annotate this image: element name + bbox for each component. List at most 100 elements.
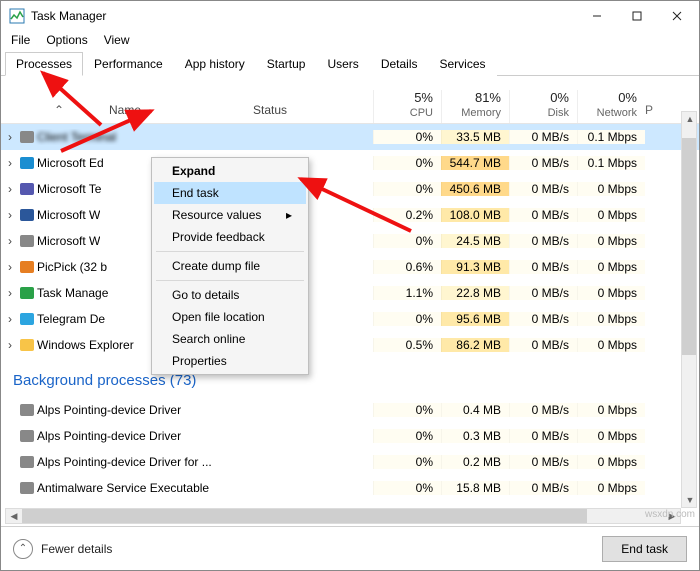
- col-memory[interactable]: 81%Memory: [441, 90, 509, 123]
- menu-view[interactable]: View: [104, 33, 130, 47]
- cpu-cell: 0%: [373, 403, 441, 417]
- disk-cell: 0 MB/s: [509, 455, 577, 469]
- tab-users[interactable]: Users: [316, 52, 369, 76]
- expand-chevron-icon[interactable]: ›: [1, 338, 19, 352]
- cpu-cell: 0.5%: [373, 338, 441, 352]
- process-name: Microsoft W: [37, 208, 100, 222]
- expand-chevron-icon[interactable]: ›: [1, 286, 19, 300]
- process-name: Microsoft Ed: [37, 156, 104, 170]
- app-icon: [19, 129, 37, 145]
- col-cpu[interactable]: 5%CPU: [373, 90, 441, 123]
- disk-cell: 0 MB/s: [509, 286, 577, 300]
- disk-cell: 0 MB/s: [509, 481, 577, 495]
- vertical-scrollbar[interactable]: ▲ ▼: [681, 111, 697, 508]
- cpu-cell: 0%: [373, 234, 441, 248]
- watermark: wsxdn.com: [645, 509, 695, 520]
- ctx-expand[interactable]: Expand: [154, 160, 306, 182]
- table-row[interactable]: › Windows Explorer 0.5% 86.2 MB 0 MB/s 0…: [1, 332, 699, 358]
- disk-cell: 0 MB/s: [509, 429, 577, 443]
- disk-cell: 0 MB/s: [509, 234, 577, 248]
- scroll-thumb[interactable]: [682, 138, 696, 355]
- expand-chevron-icon[interactable]: ›: [1, 156, 19, 170]
- tab-details[interactable]: Details: [370, 52, 429, 76]
- table-row[interactable]: › Microsoft W 0% 24.5 MB 0 MB/s 0 Mbps: [1, 228, 699, 254]
- expand-chevron-icon[interactable]: ›: [1, 312, 19, 326]
- scroll-thumb[interactable]: [22, 509, 587, 523]
- expand-chevron-icon[interactable]: ›: [1, 208, 19, 222]
- table-row[interactable]: › Client Terminal 0% 33.5 MB 0 MB/s 0.1 …: [1, 124, 699, 150]
- fewer-details-button[interactable]: ⌃ Fewer details: [13, 539, 112, 559]
- scroll-down-icon[interactable]: ▼: [682, 493, 698, 507]
- process-name: Antimalware Service Executable: [37, 481, 209, 495]
- app-icon: [19, 207, 37, 223]
- ctx-end-task[interactable]: End task: [154, 182, 306, 204]
- table-row[interactable]: › Telegram De 0% 95.6 MB 0 MB/s 0 Mbps: [1, 306, 699, 332]
- table-row[interactable]: › Task Manage 1.1% 22.8 MB 0 MB/s 0 Mbps: [1, 280, 699, 306]
- cpu-cell: 0%: [373, 182, 441, 196]
- network-cell: 0 Mbps: [577, 286, 645, 300]
- col-network[interactable]: 0%Network: [577, 90, 645, 123]
- tab-startup[interactable]: Startup: [256, 52, 317, 76]
- ctx-resource-values[interactable]: Resource values▸: [154, 204, 306, 226]
- ctx-search-online[interactable]: Search online: [154, 328, 306, 350]
- maximize-button[interactable]: [617, 2, 657, 30]
- footer: ⌃ Fewer details End task: [1, 526, 699, 570]
- app-icon: [19, 454, 37, 470]
- menu-options[interactable]: Options: [46, 33, 87, 47]
- minimize-button[interactable]: [577, 2, 617, 30]
- expand-chevron-icon[interactable]: ›: [1, 260, 19, 274]
- expand-chevron-icon[interactable]: ›: [1, 182, 19, 196]
- process-name: Task Manage: [37, 286, 108, 300]
- memory-cell: 0.4 MB: [441, 403, 509, 417]
- cpu-cell: 0%: [373, 429, 441, 443]
- tab-app-history[interactable]: App history: [174, 52, 256, 76]
- context-menu: Expand End task Resource values▸ Provide…: [151, 157, 309, 375]
- menu-file[interactable]: File: [11, 33, 30, 47]
- process-name: Windows Explorer: [37, 338, 134, 352]
- col-name[interactable]: ⌃ Name: [1, 103, 253, 123]
- col-disk[interactable]: 0%Disk: [509, 90, 577, 123]
- ctx-provide-feedback[interactable]: Provide feedback: [154, 226, 306, 248]
- tab-performance[interactable]: Performance: [83, 52, 174, 76]
- scroll-up-icon[interactable]: ▲: [682, 112, 698, 126]
- app-icon: [19, 311, 37, 327]
- table-row[interactable]: Alps Pointing-device Driver 0% 0.4 MB 0 …: [1, 397, 699, 423]
- expand-chevron-icon[interactable]: ›: [1, 234, 19, 248]
- col-status[interactable]: Status: [253, 103, 373, 123]
- scroll-left-icon[interactable]: ◀: [6, 509, 22, 523]
- ctx-open-file-location[interactable]: Open file location: [154, 306, 306, 328]
- table-row[interactable]: › Microsoft Te 0% 450.6 MB 0 MB/s 0 Mbps: [1, 176, 699, 202]
- table-row[interactable]: › Microsoft W 0.2% 108.0 MB 0 MB/s 0 Mbp…: [1, 202, 699, 228]
- table-row[interactable]: Alps Pointing-device Driver 0% 0.3 MB 0 …: [1, 423, 699, 449]
- end-task-button[interactable]: End task: [602, 536, 687, 562]
- app-icon: [19, 155, 37, 171]
- tab-services[interactable]: Services: [429, 52, 497, 76]
- cpu-cell: 0%: [373, 312, 441, 326]
- sort-indicator-icon: ⌃: [9, 103, 109, 117]
- cpu-cell: 0.6%: [373, 260, 441, 274]
- table-row[interactable]: › PicPick (32 b 0.6% 91.3 MB 0 MB/s 0 Mb…: [1, 254, 699, 280]
- ctx-properties[interactable]: Properties: [154, 350, 306, 372]
- process-name: Client Terminal: [37, 130, 116, 144]
- disk-cell: 0 MB/s: [509, 403, 577, 417]
- ctx-go-to-details[interactable]: Go to details: [154, 284, 306, 306]
- process-name: Microsoft W: [37, 234, 100, 248]
- process-name: Microsoft Te: [37, 182, 101, 196]
- network-cell: 0 Mbps: [577, 182, 645, 196]
- app-icon: [19, 480, 37, 496]
- process-name: Alps Pointing-device Driver: [37, 429, 181, 443]
- close-button[interactable]: [657, 2, 697, 30]
- table-row[interactable]: Alps Pointing-device Driver for ... 0% 0…: [1, 449, 699, 475]
- ctx-create-dump[interactable]: Create dump file: [154, 255, 306, 277]
- network-cell: 0 Mbps: [577, 234, 645, 248]
- horizontal-scrollbar[interactable]: ◀ ▶: [5, 508, 681, 524]
- col-p[interactable]: P: [645, 103, 659, 123]
- cpu-cell: 0%: [373, 481, 441, 495]
- window-title: Task Manager: [31, 9, 577, 23]
- memory-cell: 91.3 MB: [441, 260, 509, 274]
- table-row[interactable]: Antimalware Service Executable 0% 15.8 M…: [1, 475, 699, 501]
- table-row[interactable]: › Microsoft Ed 0% 544.7 MB 0 MB/s 0.1 Mb…: [1, 150, 699, 176]
- menubar: File Options View: [1, 31, 699, 51]
- expand-chevron-icon[interactable]: ›: [1, 130, 19, 144]
- tab-processes[interactable]: Processes: [5, 52, 83, 76]
